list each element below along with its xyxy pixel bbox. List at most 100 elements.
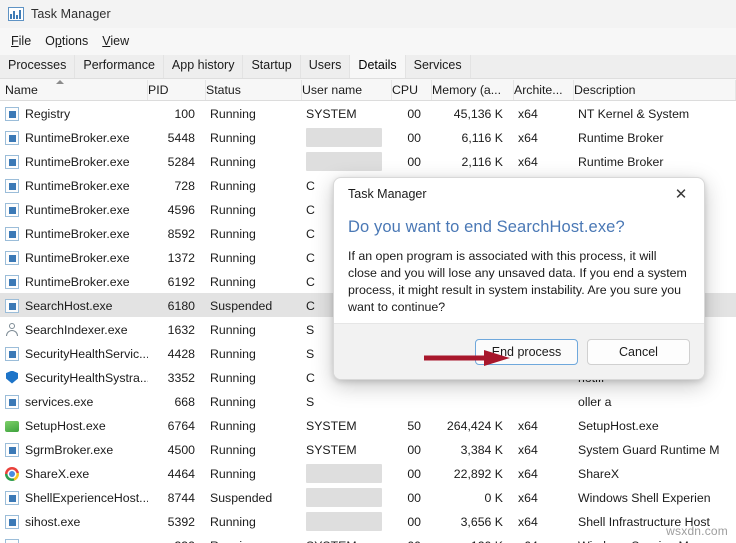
process-name: SearchIndexer.exe xyxy=(25,322,128,337)
process-name: SearchHost.exe xyxy=(25,298,113,313)
cell-pid: 1632 xyxy=(167,322,195,337)
table-row[interactable]: SgrmBroker.exe 4500 Running SYSTEM 00 3,384 K… xyxy=(0,437,736,461)
tab-strip-filler xyxy=(471,55,736,78)
generic-icon xyxy=(5,154,19,169)
table-row[interactable]: ShellExperienceHost.... 8744 Suspended 00 0 … xyxy=(0,485,736,509)
menu-item-options-pre: O xyxy=(45,34,55,48)
cell-memory: 3,656 K xyxy=(460,514,503,529)
cell-name: ShareX.exe xyxy=(0,466,148,481)
process-name: RuntimeBroker.exe xyxy=(25,130,130,145)
cell-status: Running xyxy=(206,538,302,543)
cell-name: RuntimeBroker.exe xyxy=(0,226,148,241)
cell-pid: 5392 xyxy=(167,514,195,529)
cell-description: NT Kernel & System xyxy=(578,106,690,121)
table-row[interactable]: smss.exe 332RunningSYSTEM00120 Kx64Window… xyxy=(0,533,736,543)
generic-icon xyxy=(5,250,19,265)
table-row[interactable]: RuntimeBroker.exe 5284 Running 00 2,116 K x64… xyxy=(0,149,736,173)
sort-ascending-icon xyxy=(55,80,64,84)
redaction-block xyxy=(306,488,382,507)
table-row[interactable]: ShareX.exe 4464 Running 00 22,892 K x64 ShareX xyxy=(0,461,736,485)
cell-architecture: x64 xyxy=(518,106,538,121)
column-header-status[interactable]: Status xyxy=(206,80,302,100)
cell-architecture: x64 xyxy=(518,154,538,169)
cell-description: oller a xyxy=(578,394,612,409)
cell-cpu: 00 xyxy=(407,514,421,529)
generic-icon xyxy=(5,514,19,529)
table-row[interactable]: Registry 100 Running SYSTEM 00 45,136 K x64 NT … xyxy=(0,101,736,125)
cell-name: SearchIndexer.exe xyxy=(0,322,148,337)
cancel-button[interactable]: Cancel xyxy=(587,338,690,365)
process-name: RuntimeBroker.exe xyxy=(25,154,130,169)
table-row[interactable]: services.exe 668 Running Soller a xyxy=(0,389,736,413)
cell-pid: 1372 xyxy=(167,250,195,265)
cell-name: SgrmBroker.exe xyxy=(0,442,148,457)
cell-name: SecurityHealthServic... xyxy=(0,346,148,361)
cell-memory: 120 K xyxy=(432,538,514,543)
cell-architecture: x64 xyxy=(518,442,538,457)
process-name: SetupHost.exe xyxy=(25,418,106,433)
cell-memory: 6,116 K xyxy=(461,130,503,145)
column-header-description[interactable]: Description xyxy=(574,80,736,100)
generic-icon xyxy=(5,226,19,241)
cell-pid: 4500 xyxy=(167,442,195,457)
menu-item-file[interactable]: File xyxy=(7,33,41,49)
cell-architecture: x64 xyxy=(514,538,574,543)
table-row[interactable]: RuntimeBroker.exe 5448 Running 00 6,116 K x64… xyxy=(0,125,736,149)
cell-memory: 3,384 K xyxy=(460,442,503,457)
end-process-dialog: Task Manager ✕ Do you want to end Search… xyxy=(333,177,705,380)
tab-performance[interactable]: Performance xyxy=(75,55,164,78)
cell-cpu: 00 xyxy=(407,154,421,169)
cell-user-name-redacted xyxy=(302,463,392,483)
cell-memory: 2,116 K xyxy=(461,154,503,169)
menu-item-view[interactable]: View xyxy=(98,33,139,49)
generic-icon xyxy=(5,442,19,457)
cell-status: Running xyxy=(210,514,256,529)
cell-pid: 6192 xyxy=(167,274,195,289)
process-name: RuntimeBroker.exe xyxy=(25,202,130,217)
cell-pid: 8592 xyxy=(167,226,195,241)
process-name: services.exe xyxy=(25,394,94,409)
cell-status: Running xyxy=(210,202,256,217)
generic-icon xyxy=(5,202,19,217)
end-process-button[interactable]: End process xyxy=(475,338,578,365)
cell-user-name-redacted xyxy=(302,511,392,531)
column-header-architecture[interactable]: Archite... xyxy=(514,80,574,100)
table-row[interactable]: sihost.exe 5392 Running 00 3,656 Kx64 Shell I… xyxy=(0,509,736,533)
generic-icon xyxy=(5,346,19,361)
column-header-user-name[interactable]: User name xyxy=(302,80,392,100)
cell-name: RuntimeBroker.exe xyxy=(0,250,148,265)
tab-startup[interactable]: Startup xyxy=(243,55,301,78)
cell-name: RuntimeBroker.exe xyxy=(0,130,148,145)
tab-app-history[interactable]: App history xyxy=(164,55,244,78)
cell-description: Runtime Broker xyxy=(578,130,664,145)
close-icon[interactable]: ✕ xyxy=(668,182,694,206)
cell-pid: 668 xyxy=(174,394,195,409)
cell-pid: 3352 xyxy=(167,370,195,385)
tab-processes[interactable]: Processes xyxy=(0,55,76,78)
table-row[interactable]: SetupHost.exe 6764 Running SYSTEM 50 264,424 … xyxy=(0,413,736,437)
tab-details[interactable]: Details xyxy=(350,55,406,78)
cell-description: Windows Shell Experien xyxy=(578,490,711,505)
menu-item-file-rest: ile xyxy=(18,34,32,48)
cell-memory xyxy=(432,401,514,402)
tab-services[interactable]: Services xyxy=(406,55,471,78)
column-header-name[interactable]: Name xyxy=(0,80,148,100)
column-header-pid[interactable]: PID xyxy=(148,80,206,100)
watermark: wsxdn.com xyxy=(666,524,728,538)
cell-user-name: S xyxy=(306,394,315,409)
cell-cpu: 00 xyxy=(407,130,421,145)
cell-pid: 6764 xyxy=(167,418,195,433)
generic-icon xyxy=(5,538,19,543)
column-header-cpu[interactable]: CPU xyxy=(392,80,432,100)
cell-name: RuntimeBroker.exe xyxy=(0,154,148,169)
cell-status: Suspended xyxy=(210,490,273,505)
dialog-heading: Do you want to end SearchHost.exe? xyxy=(348,218,625,236)
cell-name: RuntimeBroker.exe xyxy=(0,274,148,289)
cell-status: Running xyxy=(210,394,256,409)
menu-item-options[interactable]: Options xyxy=(41,33,98,49)
cell-status: Suspended xyxy=(210,298,273,313)
cell-cpu xyxy=(392,401,432,402)
chrome-icon xyxy=(5,466,19,481)
tab-users[interactable]: Users xyxy=(301,55,351,78)
column-header-memory[interactable]: Memory (a... xyxy=(432,80,514,100)
